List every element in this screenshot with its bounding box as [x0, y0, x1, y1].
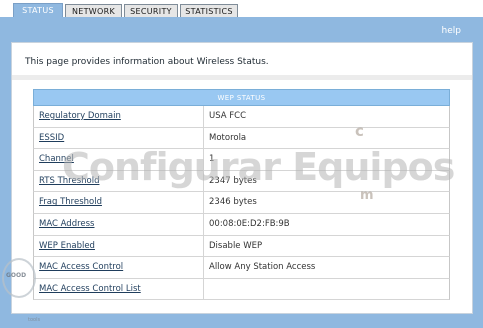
essid-value: Motorola	[209, 132, 247, 143]
row-value-cell: 2346 bytes	[204, 192, 449, 213]
row-label-cell: Frag Threshold	[34, 192, 204, 213]
wep-enabled-link[interactable]: WEP Enabled	[39, 241, 95, 251]
frag-threshold-value: 2346 bytes	[209, 197, 257, 208]
seal-logo-text: GOOD	[6, 272, 27, 279]
mac-access-control-link[interactable]: MAC Access Control	[39, 262, 123, 272]
table-row: Frag Threshold 2346 bytes	[33, 192, 450, 214]
table-row: MAC Address 00:08:0E:D2:FB:9B	[33, 213, 450, 236]
row-value-cell: Allow Any Station Access	[204, 257, 449, 278]
watermark-mark-m: m	[360, 188, 374, 203]
wep-status-table: WEP STATUS Regulatory Domain USA FCC ESS…	[33, 89, 450, 301]
tab-statistics[interactable]: STATISTICS	[180, 4, 238, 18]
tab-bar: STATUS NETWORK SECURITY STATISTICS	[0, 0, 483, 19]
mac-address-value: 00:08:0E:D2:FB:9B	[209, 218, 290, 229]
wep-enabled-value: Disable WEP	[209, 240, 263, 251]
watermark-mark-c: c	[355, 122, 364, 140]
watermark-text: Configurar Equipos	[62, 145, 455, 189]
page-description: This page provides information about Wir…	[25, 57, 269, 67]
divider	[12, 75, 472, 80]
table-row: WEP Enabled Disable WEP	[33, 235, 450, 258]
row-value-cell	[204, 279, 449, 300]
row-value-cell: 00:08:0E:D2:FB:9B	[204, 214, 449, 235]
help-link[interactable]: help	[442, 26, 461, 36]
row-label-cell: MAC Address	[34, 213, 204, 235]
row-label-cell: MAC Access Control List	[34, 278, 204, 300]
tab-network[interactable]: NETWORK	[65, 4, 122, 18]
mac-address-link[interactable]: MAC Address	[39, 219, 95, 229]
row-label-cell: MAC Access Control	[34, 257, 204, 278]
essid-link[interactable]: ESSID	[39, 133, 64, 143]
seal-logo-subtext: tools	[28, 317, 41, 323]
regulatory-domain-value: USA FCC	[209, 111, 247, 121]
table-row: MAC Access Control List	[33, 278, 450, 301]
row-value-cell: Disable WEP	[204, 236, 449, 257]
tab-security[interactable]: SECURITY	[124, 4, 178, 18]
row-label-cell: WEP Enabled	[34, 235, 204, 257]
table-row: Regulatory Domain USA FCC	[33, 106, 450, 128]
mac-access-control-value: Allow Any Station Access	[209, 262, 316, 273]
regulatory-domain-link[interactable]: Regulatory Domain	[39, 111, 121, 121]
mac-access-control-list-link[interactable]: MAC Access Control List	[39, 284, 141, 294]
row-value-cell: USA FCC	[204, 106, 449, 127]
row-label-cell: Regulatory Domain	[34, 106, 204, 127]
table-header: WEP STATUS	[33, 89, 450, 106]
table-row: MAC Access Control Allow Any Station Acc…	[33, 257, 450, 279]
frag-threshold-link[interactable]: Frag Threshold	[39, 197, 102, 207]
